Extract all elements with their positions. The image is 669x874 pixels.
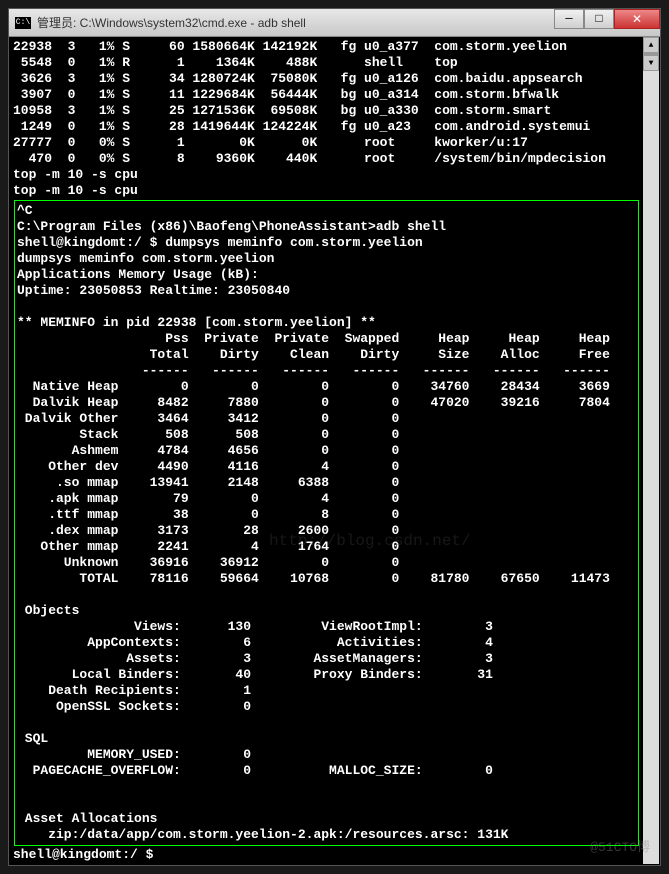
top-process-block: 22938 3 1% S 60 1580664K 142192K fg u0_a… bbox=[13, 39, 640, 199]
scroll-up-button[interactable]: ▲ bbox=[643, 37, 659, 53]
shell-prompt[interactable]: shell@kingdomt:/ $ bbox=[13, 847, 640, 863]
cmd-window: C:\ 管理员: C:\Windows\system32\cmd.exe - a… bbox=[8, 8, 661, 866]
cmd-icon: C:\ bbox=[15, 17, 31, 29]
close-button[interactable]: ✕ bbox=[614, 9, 660, 29]
maximize-button[interactable]: □ bbox=[584, 9, 614, 29]
vertical-scrollbar[interactable]: ▲ ▼ bbox=[643, 37, 659, 864]
meminfo-block: ^C C:\Program Files (x86)\Baofeng\PhoneA… bbox=[14, 200, 639, 846]
minimize-button[interactable]: ─ bbox=[554, 9, 584, 29]
window-title: 管理员: C:\Windows\system32\cmd.exe - adb s… bbox=[37, 14, 306, 31]
titlebar[interactable]: C:\ 管理员: C:\Windows\system32\cmd.exe - a… bbox=[9, 9, 660, 37]
scroll-down-button[interactable]: ▼ bbox=[643, 55, 659, 71]
terminal-output[interactable]: 22938 3 1% S 60 1580664K 142192K fg u0_a… bbox=[9, 37, 644, 865]
